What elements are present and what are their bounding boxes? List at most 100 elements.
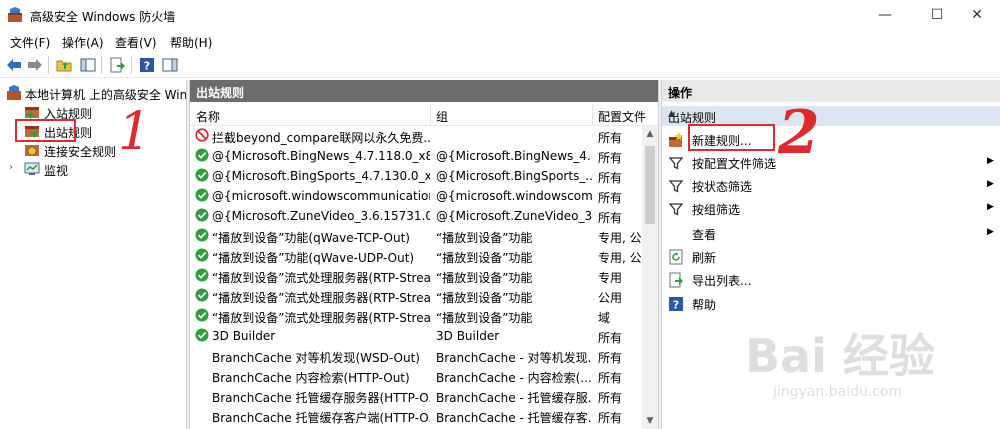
rule-profile: 所有 — [598, 211, 623, 225]
rule-row[interactable]: “播放到设备”流式处理服务器(RTP-Strea... “播放到设备”功能 域 — [190, 306, 642, 326]
rule-name: “播放到设备”功能(qWave-TCP-Out) — [212, 231, 410, 245]
watermark-url: jingyan.baidu.com — [773, 384, 903, 400]
rule-name: “播放到设备”功能(qWave-UDP-Out) — [212, 251, 415, 265]
allow-check-icon — [195, 268, 209, 282]
new-rule-icon — [668, 132, 684, 148]
column-group[interactable]: 组 — [436, 108, 448, 125]
disabled-rule-icon — [195, 408, 209, 422]
rule-row[interactable]: “播放到设备”流式处理服务器(RTP-Strea... “播放到设备”功能 公用 — [190, 286, 642, 306]
rule-group: “播放到设备”功能 — [436, 311, 533, 325]
action-item-label: 导出列表... — [692, 274, 752, 288]
rules-scrollbar[interactable]: ▲ ▼ — [642, 126, 658, 429]
rule-name: @{microsoft.windowscommunication... — [212, 189, 430, 203]
action-item[interactable]: 按状态筛选 ▶ — [662, 174, 1000, 197]
action-pane-toggle-icon[interactable] — [161, 56, 179, 74]
rules-column-header: 名称 组 配置文件 — [190, 104, 658, 126]
rule-row[interactable]: @{Microsoft.ZuneVideo_3.6.15731.0_... @{M… — [190, 206, 642, 226]
rule-row[interactable]: BranchCache 内容检索(HTTP-Out) BranchCache - … — [190, 366, 642, 386]
rules-list-pane: 出站规则 名称 组 配置文件 拦截beyond_compare联网以永久免费..… — [190, 80, 658, 429]
rule-row[interactable]: “播放到设备”流式处理服务器(RTP-Strea... “播放到设备”功能 专用 — [190, 266, 642, 286]
help-icon: ? — [668, 296, 684, 312]
rule-profile: 所有 — [598, 411, 623, 425]
rule-row[interactable]: BranchCache 对等机发现(WSD-Out) BranchCache - … — [190, 346, 642, 366]
scroll-up-icon[interactable]: ▲ — [642, 126, 658, 142]
rule-row[interactable]: “播放到设备”功能(qWave-UDP-Out) “播放到设备”功能 专用, 公..… — [190, 246, 642, 266]
forward-icon[interactable] — [26, 56, 44, 74]
rule-group: “播放到设备”功能 — [436, 231, 533, 245]
rule-group: “播放到设备”功能 — [436, 271, 533, 285]
rule-name: “播放到设备”流式处理服务器(RTP-Strea... — [212, 271, 430, 285]
action-item[interactable]: 导出列表... — [662, 268, 1000, 291]
rule-name: @{Microsoft.ZuneVideo_3.6.15731.0_... — [212, 209, 430, 223]
rule-row[interactable]: @{microsoft.windowscommunication... @{mic… — [190, 186, 642, 206]
annotation-step-1: 1 — [118, 102, 152, 162]
rule-row[interactable]: 拦截beyond_compare联网以永久免费... 所有 — [190, 126, 642, 146]
rule-group: @{Microsoft.BingSports_... — [436, 169, 592, 183]
rule-row[interactable]: @{Microsoft.BingSports_4.7.130.0_x8... @{… — [190, 166, 642, 186]
rule-row[interactable]: BranchCache 托管缓存服务器(HTTP-O... BranchCache… — [190, 386, 642, 406]
menu-file[interactable]: 文件(F) — [10, 34, 50, 51]
column-profile[interactable]: 配置文件 — [598, 108, 646, 125]
allow-check-icon — [195, 188, 209, 202]
close-button[interactable]: ✕ — [954, 0, 1000, 30]
annotation-highlight-new-rule — [688, 124, 775, 151]
action-item[interactable]: 查看 ▶ — [662, 222, 1000, 245]
minimize-button[interactable]: — — [862, 0, 908, 30]
rule-row[interactable]: BranchCache 托管缓存客户端(HTTP-O... BranchCache… — [190, 406, 642, 426]
tree-root[interactable]: 本地计算机 上的高级安全 Windows — [0, 83, 186, 103]
action-item-label: 帮助 — [692, 298, 717, 312]
rule-name: @{Microsoft.BingSports_4.7.130.0_x8... — [212, 169, 430, 183]
submenu-arrow-icon: ▶ — [987, 227, 994, 237]
svg-text:?: ? — [673, 299, 679, 312]
rule-name: 拦截beyond_compare联网以永久免费... — [212, 131, 430, 145]
menu-view[interactable]: 查看(V) — [115, 34, 157, 51]
rules-pane-title: 出站规则 — [196, 86, 245, 100]
baidu-watermark: Bai 经验 jingyan.baidu.com — [745, 320, 995, 425]
tree-item-label: 连接安全规则 — [44, 145, 117, 159]
filter-icon — [668, 178, 684, 194]
up-folder-icon[interactable] — [55, 56, 73, 74]
tree-item-connection-security-rules[interactable]: 连接安全规则 — [0, 140, 186, 160]
rule-profile: 所有 — [598, 351, 623, 365]
rule-group: @{Microsoft.ZuneVideo_3... — [436, 209, 592, 223]
rule-name: “播放到设备”流式处理服务器(RTP-Strea... — [212, 291, 430, 305]
rule-row[interactable]: “播放到设备”功能(qWave-TCP-Out) “播放到设备”功能 专用, 公..… — [190, 226, 642, 246]
menu-action[interactable]: 操作(A) — [62, 34, 104, 51]
rule-profile: 所有 — [598, 151, 623, 165]
actions-pane-title: 操作 — [668, 86, 693, 100]
rule-name: BranchCache 对等机发现(WSD-Out) — [212, 351, 420, 365]
scroll-thumb[interactable] — [645, 146, 655, 224]
allow-check-icon — [195, 308, 209, 322]
window-title: 高级安全 Windows 防火墙 — [30, 10, 176, 24]
show-hide-tree-icon[interactable] — [79, 56, 97, 74]
help-toolbar-icon[interactable]: ? — [138, 56, 156, 74]
title-bar: 高级安全 Windows 防火墙 — ☐ ✕ — [0, 0, 1000, 30]
rule-row[interactable]: @{Microsoft.BingNews_4.7.118.0_x86... @{M… — [190, 146, 642, 166]
back-icon[interactable] — [5, 56, 23, 74]
firewall-icon — [6, 85, 22, 101]
firewall-app-icon — [7, 7, 23, 23]
inbound-rules-icon — [24, 104, 40, 120]
action-item[interactable]: 按组筛选 ▶ — [662, 197, 1000, 220]
column-name[interactable]: 名称 — [196, 108, 220, 125]
rule-profile: 所有 — [598, 191, 623, 205]
action-item[interactable]: 刷新 — [662, 245, 1000, 268]
action-item-label: 按组筛选 — [692, 203, 741, 217]
tree-item-monitoring[interactable]: › 监视 — [0, 159, 186, 179]
disabled-rule-icon — [195, 348, 209, 362]
rule-name: 3D Builder — [212, 329, 276, 343]
rule-row[interactable]: 3D Builder 3D Builder 所有 — [190, 326, 642, 346]
chevron-right-icon[interactable]: › — [9, 162, 13, 173]
rule-name: BranchCache 托管缓存客户端(HTTP-O... — [212, 411, 430, 425]
action-item[interactable]: 按配置文件筛选 ▶ — [662, 151, 1000, 174]
disabled-rule-icon — [195, 388, 209, 402]
collapse-icon[interactable]: ▲ — [668, 109, 675, 119]
action-item[interactable]: ? 帮助 — [662, 292, 1000, 315]
export-list-icon[interactable] — [108, 56, 126, 74]
scroll-down-icon[interactable]: ▼ — [642, 413, 658, 429]
rule-profile: 所有 — [598, 371, 623, 385]
connection-security-icon — [24, 142, 40, 158]
actions-section-header[interactable]: 出站规则 ▲ — [662, 106, 1000, 126]
menu-help[interactable]: 帮助(H) — [170, 34, 212, 51]
rule-profile: 专用, 公... — [598, 251, 642, 265]
